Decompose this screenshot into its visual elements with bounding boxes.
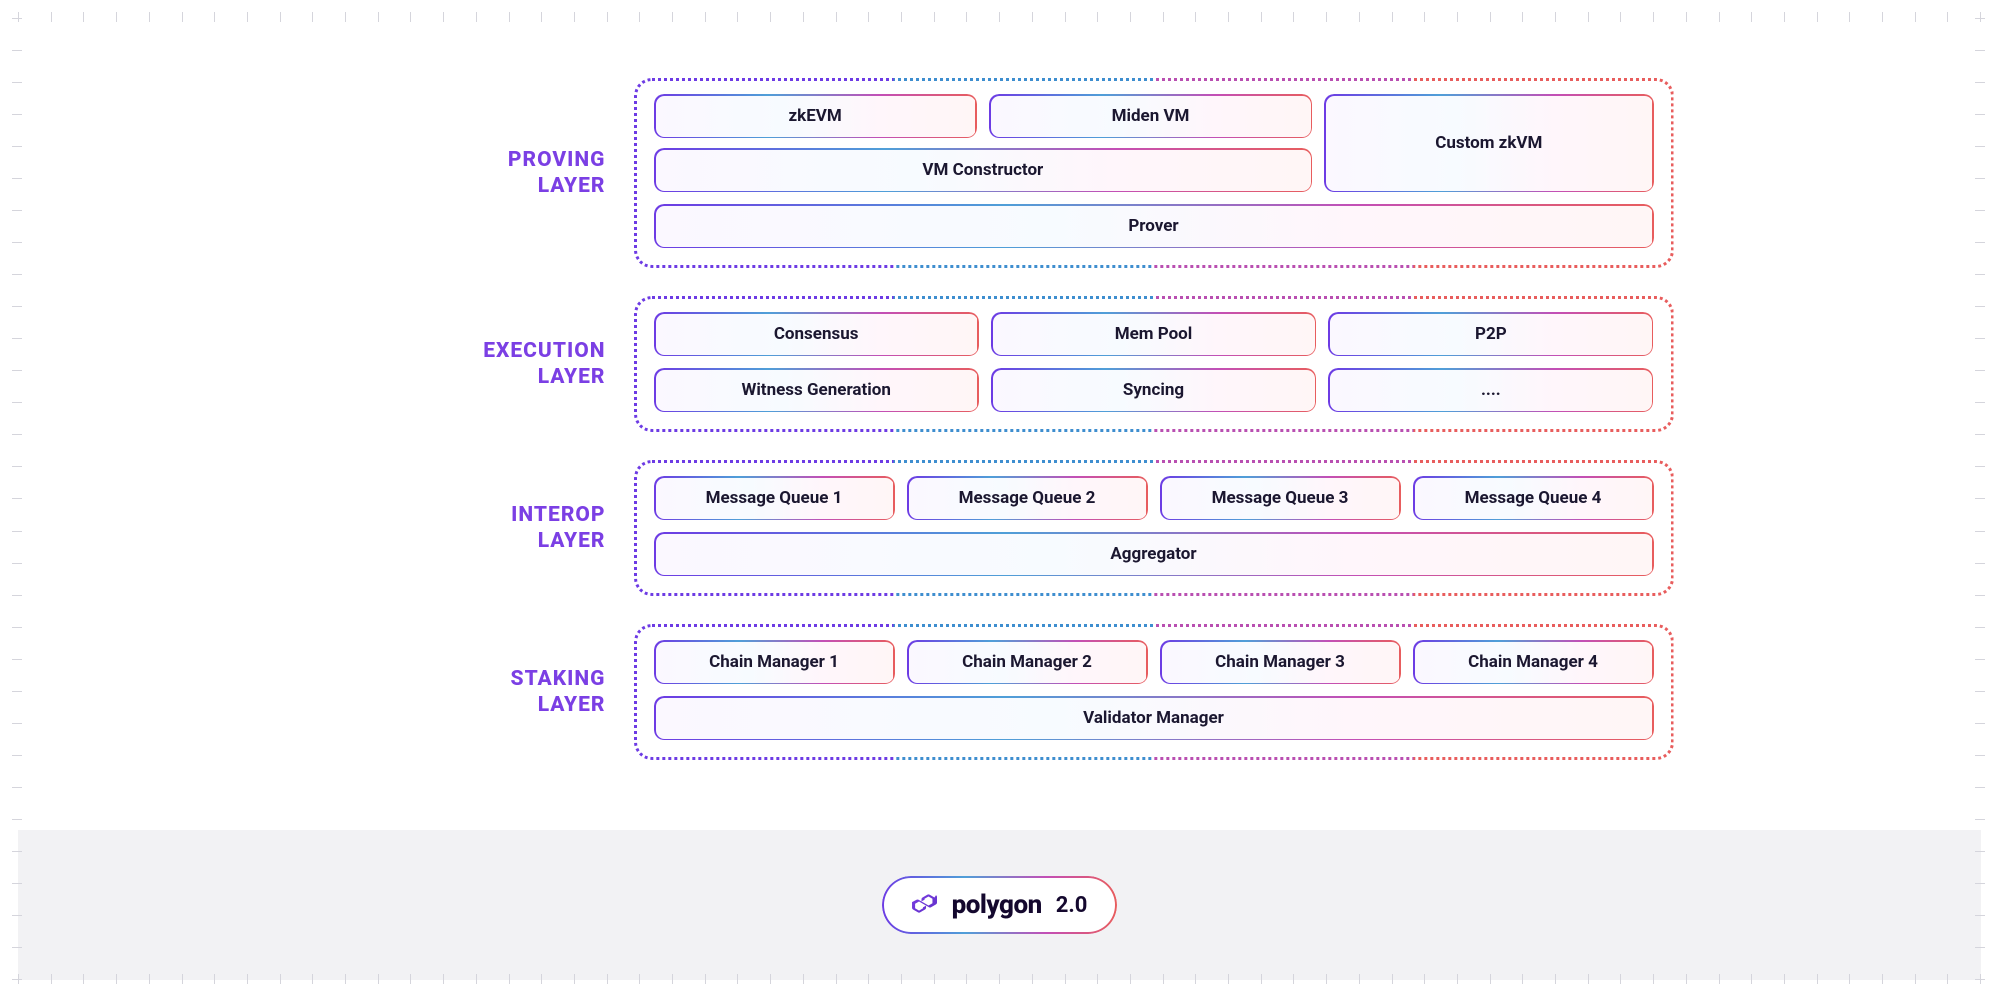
cell-label: Custom zkVM bbox=[1435, 133, 1542, 153]
cell-label: Chain Manager 2 bbox=[962, 652, 1092, 672]
cell-label: Prover bbox=[1128, 216, 1178, 236]
cell-label: Miden VM bbox=[1112, 106, 1190, 126]
layer-row-proving: PROVING LAYER zkEVM Miden VM bbox=[326, 78, 1674, 268]
cell-label: Witness Generation bbox=[741, 380, 890, 400]
layer-box-staking: Chain Manager 1 Chain Manager 2 Chain Ma… bbox=[634, 624, 1674, 760]
cell-consensus: Consensus bbox=[654, 312, 979, 356]
cell-miden: Miden VM bbox=[989, 94, 1312, 138]
cell-etc: .... bbox=[1328, 368, 1653, 412]
cell-label: Message Queue 1 bbox=[706, 488, 843, 508]
layer-label-proving: PROVING LAYER bbox=[326, 147, 606, 200]
cell-label: Validator Manager bbox=[1083, 708, 1224, 728]
cell-label: VM Constructor bbox=[922, 160, 1043, 180]
layer-label-interop: INTEROP LAYER bbox=[326, 502, 606, 555]
cell-label: Message Queue 4 bbox=[1465, 488, 1602, 508]
label-text: LAYER bbox=[538, 365, 606, 389]
cell-chain-manager-3: Chain Manager 3 bbox=[1160, 640, 1401, 684]
polygon-logo-icon bbox=[912, 890, 942, 920]
label-text: INTEROP bbox=[511, 503, 605, 527]
layer-row-interop: INTEROP LAYER Message Queue 1 Message Qu… bbox=[326, 460, 1674, 596]
cell-chain-manager-2: Chain Manager 2 bbox=[907, 640, 1148, 684]
cell-p2p: P2P bbox=[1328, 312, 1653, 356]
cell-mempool: Mem Pool bbox=[991, 312, 1316, 356]
cell-label: P2P bbox=[1475, 324, 1507, 344]
cell-label: Syncing bbox=[1123, 380, 1184, 400]
layer-box-proving: zkEVM Miden VM VM Constructor Custom zkV… bbox=[634, 78, 1674, 268]
label-text: LAYER bbox=[538, 174, 606, 198]
cell-chain-manager-4: Chain Manager 4 bbox=[1413, 640, 1654, 684]
layer-row-staking: STAKING LAYER Chain Manager 1 Chain Mana… bbox=[326, 624, 1674, 760]
label-text: PROVING bbox=[508, 148, 606, 172]
cell-vm-constructor: VM Constructor bbox=[654, 148, 1313, 192]
cell-message-queue-3: Message Queue 3 bbox=[1160, 476, 1401, 520]
cell-witness-generation: Witness Generation bbox=[654, 368, 979, 412]
cell-label: .... bbox=[1481, 380, 1501, 400]
cell-label: Chain Manager 3 bbox=[1215, 652, 1345, 672]
cell-chain-manager-1: Chain Manager 1 bbox=[654, 640, 895, 684]
cell-message-queue-2: Message Queue 2 bbox=[907, 476, 1148, 520]
label-text: LAYER bbox=[538, 529, 606, 553]
layer-box-execution: Consensus Mem Pool P2P Witness Generatio… bbox=[634, 296, 1674, 432]
cell-label: Aggregator bbox=[1110, 544, 1196, 564]
content: PROVING LAYER zkEVM Miden VM bbox=[18, 18, 1981, 980]
cell-message-queue-4: Message Queue 4 bbox=[1413, 476, 1654, 520]
label-text: LAYER bbox=[538, 693, 606, 717]
logo-pill: polygon 2.0 bbox=[882, 876, 1118, 934]
cell-label: Message Queue 2 bbox=[959, 488, 1096, 508]
cell-syncing: Syncing bbox=[991, 368, 1316, 412]
version-text: 2.0 bbox=[1056, 893, 1088, 918]
cell-label: Mem Pool bbox=[1115, 324, 1193, 344]
label-text: STAKING bbox=[511, 667, 606, 691]
cell-message-queue-1: Message Queue 1 bbox=[654, 476, 895, 520]
layer-box-interop: Message Queue 1 Message Queue 2 Message … bbox=[634, 460, 1674, 596]
cell-zkevm: zkEVM bbox=[654, 94, 977, 138]
footer: polygon 2.0 bbox=[18, 830, 1981, 980]
cell-label: Chain Manager 1 bbox=[709, 652, 839, 672]
diagram-area: PROVING LAYER zkEVM Miden VM bbox=[18, 18, 1981, 830]
layer-label-staking: STAKING LAYER bbox=[326, 666, 606, 719]
cell-label: Message Queue 3 bbox=[1212, 488, 1349, 508]
cell-validator-manager: Validator Manager bbox=[654, 696, 1654, 740]
cell-label: Consensus bbox=[774, 324, 859, 344]
layer-label-execution: EXECUTION LAYER bbox=[326, 338, 606, 391]
cell-aggregator: Aggregator bbox=[654, 532, 1654, 576]
label-text: EXECUTION bbox=[483, 339, 605, 363]
cell-label: Chain Manager 4 bbox=[1468, 652, 1598, 672]
layer-row-execution: EXECUTION LAYER Consensus Mem Pool P2P W… bbox=[326, 296, 1674, 432]
brand-text: polygon bbox=[952, 890, 1042, 920]
cell-prover: Prover bbox=[654, 204, 1654, 248]
cell-label: zkEVM bbox=[789, 106, 842, 126]
page: PROVING LAYER zkEVM Miden VM bbox=[0, 0, 1999, 998]
cell-custom-zkvm: Custom zkVM bbox=[1324, 94, 1653, 192]
